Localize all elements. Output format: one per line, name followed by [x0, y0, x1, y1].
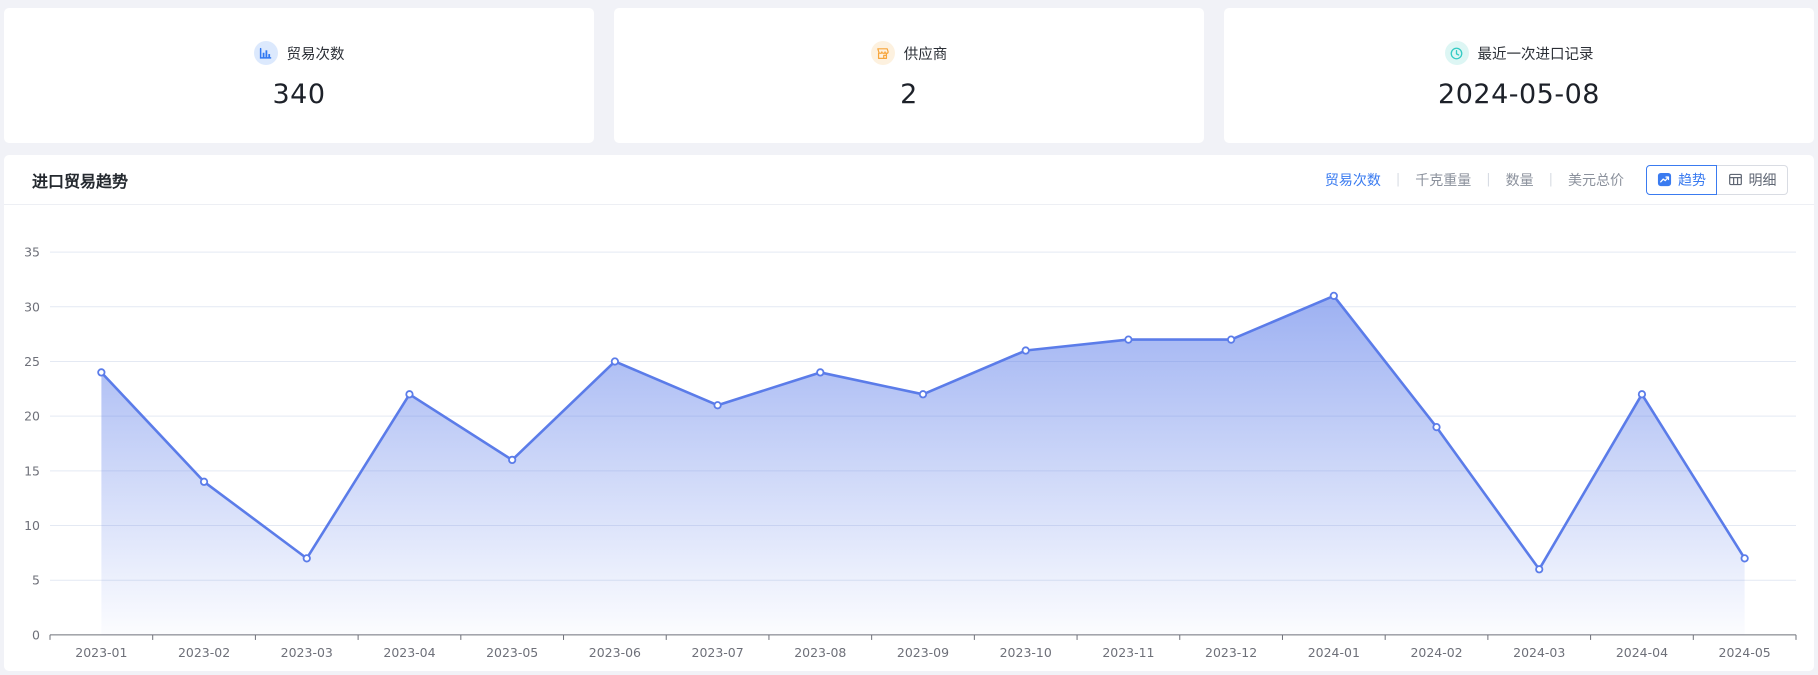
data-point-marker — [1023, 347, 1029, 353]
x-axis-tick-label: 2024-02 — [1410, 645, 1462, 660]
x-axis-tick-label: 2023-10 — [1000, 645, 1052, 660]
stat-label: 最近一次进口记录 — [1478, 43, 1594, 64]
data-point-marker — [817, 369, 823, 375]
tab-kg-weight[interactable]: 千克重量 — [1415, 170, 1471, 190]
stat-label: 供应商 — [904, 43, 948, 64]
x-axis-tick-label: 2023-09 — [897, 645, 949, 660]
stat-card-suppliers: 供应商 2 — [614, 8, 1204, 143]
tab-usd-total[interactable]: 美元总价 — [1568, 170, 1624, 190]
data-point-marker — [201, 479, 207, 485]
data-point-marker — [612, 358, 618, 364]
tab-trade-count[interactable]: 贸易次数 — [1325, 170, 1381, 190]
x-axis-tick-label: 2023-01 — [75, 645, 127, 660]
view-switch: 趋势 明细 — [1646, 165, 1788, 195]
data-point-marker — [1536, 566, 1542, 572]
stat-value-trade-count: 340 — [272, 79, 325, 110]
data-point-marker — [98, 369, 104, 375]
x-axis-tick-label: 2023-04 — [383, 645, 435, 660]
view-button-label: 趋势 — [1678, 170, 1706, 190]
trend-area-chart-svg: 0 5 10 15 20 25 30 35 2023-01 2023-02 2023-03 2023-… — [4, 205, 1814, 671]
x-axis-tick-label: 2023-02 — [178, 645, 230, 660]
data-point-marker — [920, 391, 926, 397]
x-axis-tick-label: 2023-12 — [1205, 645, 1257, 660]
data-point-marker — [1639, 391, 1645, 397]
view-button-label: 明细 — [1749, 170, 1777, 190]
data-point-marker — [1125, 336, 1131, 342]
stat-card-trade-count: 贸易次数 340 — [4, 8, 594, 143]
x-axis-tick-label: 2023-05 — [486, 645, 538, 660]
data-point-marker — [1741, 555, 1747, 561]
x-axis-tick-label: 2023-06 — [589, 645, 641, 660]
y-axis-tick-label: 15 — [24, 463, 40, 478]
stat-value-last-import: 2024-05-08 — [1438, 79, 1600, 110]
x-axis-tick-label: 2023-08 — [794, 645, 846, 660]
y-axis-tick-label: 5 — [32, 573, 40, 588]
stat-cards-row: 贸易次数 340 供应商 2 最近一次进口记录 — [0, 0, 1818, 143]
table-icon — [1728, 172, 1743, 187]
import-trend-panel: 进口贸易趋势 贸易次数 | 千克重量 | 数量 | 美元总价 — [4, 155, 1814, 671]
y-axis-tick-label: 35 — [24, 245, 40, 260]
data-point-marker — [1433, 424, 1439, 430]
data-point-marker — [1228, 336, 1234, 342]
data-point-marker — [406, 391, 412, 397]
x-axis-tick-label: 2024-05 — [1719, 645, 1771, 660]
stat-label: 贸易次数 — [287, 43, 345, 64]
x-axis-tick-label: 2023-03 — [281, 645, 333, 660]
y-axis-tick-label: 20 — [24, 409, 40, 424]
tab-separator: | — [1486, 172, 1490, 187]
x-axis-tick-label: 2023-11 — [1102, 645, 1154, 660]
tab-separator: | — [1549, 172, 1553, 187]
x-axis-tick-label: 2024-01 — [1308, 645, 1360, 660]
detail-view-button[interactable]: 明细 — [1717, 165, 1788, 195]
data-point-marker — [509, 457, 515, 463]
trend-area-chart: 0 5 10 15 20 25 30 35 2023-01 2023-02 2023-03 2023-… — [4, 205, 1814, 671]
series-area-fill — [101, 296, 1744, 635]
metric-tabs: 贸易次数 | 千克重量 | 数量 | 美元总价 — [1325, 170, 1624, 190]
data-point-marker — [714, 402, 720, 408]
panel-title: 进口贸易趋势 — [32, 168, 128, 192]
stat-value-suppliers: 2 — [900, 79, 918, 110]
tab-separator: | — [1396, 172, 1400, 187]
bar-chart-icon — [254, 41, 278, 65]
y-axis-tick-label: 10 — [24, 518, 40, 533]
stat-card-last-import: 最近一次进口记录 2024-05-08 — [1224, 8, 1814, 143]
data-point-marker — [1331, 293, 1337, 299]
trend-chart-icon — [1657, 172, 1672, 187]
tab-quantity[interactable]: 数量 — [1506, 170, 1534, 190]
store-icon — [871, 41, 895, 65]
x-axis-tick-label: 2024-03 — [1513, 645, 1565, 660]
clock-icon — [1445, 41, 1469, 65]
panel-header: 进口贸易趋势 贸易次数 | 千克重量 | 数量 | 美元总价 — [4, 155, 1814, 205]
x-axis-tick-label: 2023-07 — [691, 645, 743, 660]
y-axis-tick-label: 30 — [24, 299, 40, 314]
y-axis-tick-label: 0 — [32, 627, 40, 642]
y-axis-tick-label: 25 — [24, 354, 40, 369]
data-point-marker — [304, 555, 310, 561]
x-axis-tick-label: 2024-04 — [1616, 645, 1668, 660]
trend-view-button[interactable]: 趋势 — [1646, 165, 1717, 195]
